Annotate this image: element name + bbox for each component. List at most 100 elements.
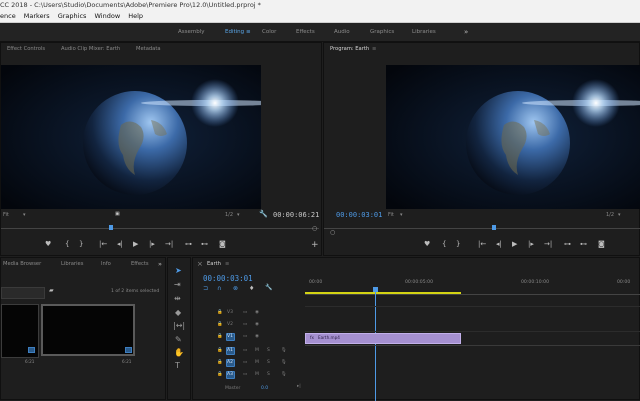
source-scrub-bar[interactable]: [1, 228, 319, 229]
track-mute-button[interactable]: M: [255, 358, 259, 368]
track-lock-icon[interactable]: 🔒: [217, 358, 223, 368]
project-tabs-overflow-icon[interactable]: »: [158, 258, 162, 271]
source-mark-out-icon[interactable]: }: [79, 240, 83, 248]
program-playhead-timecode[interactable]: 00:00:03:01: [336, 211, 382, 219]
track-eye-icon[interactable]: ◉: [255, 308, 259, 318]
source-step-back-icon[interactable]: ◂|: [117, 240, 123, 248]
program-playhead[interactable]: [492, 225, 496, 230]
source-play-icon[interactable]: ▶: [133, 240, 138, 248]
track-sync-icon[interactable]: ▭: [243, 370, 247, 380]
tab-audio-clip-mixer[interactable]: Audio Clip Mixer: Earth: [61, 43, 120, 56]
menu-item-help[interactable]: Help: [128, 12, 143, 20]
source-overwrite-icon[interactable]: ⊷: [201, 240, 208, 248]
tab-info[interactable]: Info: [101, 258, 111, 271]
track-sync-icon[interactable]: ▭: [243, 308, 247, 318]
selection-tool-icon[interactable]: ➤: [175, 266, 182, 275]
program-scrub-bar[interactable]: [324, 228, 640, 229]
project-search-input[interactable]: [1, 287, 45, 299]
source-step-forward-icon[interactable]: |▸: [149, 240, 155, 248]
source-insert-icon[interactable]: ⊶: [185, 240, 192, 248]
track-solo-button[interactable]: S: [267, 358, 270, 368]
source-fit-chevron-icon[interactable]: ▾: [23, 212, 26, 218]
add-marker-icon[interactable]: ♦: [249, 285, 254, 292]
timeline-settings-wrench-icon[interactable]: 🔧: [265, 284, 272, 291]
workspace-editing[interactable]: Editing: [225, 23, 244, 41]
menu-item-graphics[interactable]: Graphics: [58, 12, 87, 20]
workspace-graphics[interactable]: Graphics: [370, 23, 394, 41]
source-resolution-select[interactable]: 1/2: [225, 212, 233, 218]
track-lock-icon[interactable]: 🔒: [217, 370, 223, 380]
project-clip-thumbnail-selected[interactable]: [41, 304, 135, 356]
program-step-back-icon[interactable]: ◂|: [496, 240, 502, 248]
workspace-audio[interactable]: Audio: [334, 23, 350, 41]
timeline-playhead-timecode[interactable]: 00:00:03:01: [203, 274, 253, 283]
program-go-to-in-icon[interactable]: |←: [478, 240, 486, 248]
tab-effect-controls[interactable]: Effect Controls: [7, 43, 45, 56]
workspace-effects[interactable]: Effects: [296, 23, 315, 41]
program-go-to-out-icon[interactable]: →|: [544, 240, 552, 248]
snap-magnet-icon[interactable]: ∩: [217, 285, 221, 292]
workspace-menu-icon[interactable]: ≡: [246, 23, 251, 41]
source-playhead[interactable]: [109, 225, 113, 230]
track-voiceover-mic-icon[interactable]: 🎙: [281, 370, 287, 380]
program-panel-menu-icon[interactable]: ≡: [372, 43, 376, 56]
sequence-tab[interactable]: Earth: [207, 258, 221, 271]
track-sync-icon[interactable]: ▭: [243, 346, 247, 356]
slip-icon[interactable]: |↔|: [173, 321, 185, 330]
track-solo-button[interactable]: S: [267, 346, 270, 356]
tab-metadata[interactable]: Metadata: [136, 43, 161, 56]
source-go-to-out-icon[interactable]: →|: [165, 240, 173, 248]
workspace-assembly[interactable]: Assembly: [178, 23, 205, 41]
track-solo-button[interactable]: S: [267, 370, 270, 380]
program-mark-in-icon[interactable]: {: [442, 240, 446, 248]
source-add-marker-icon[interactable]: ♥: [45, 240, 51, 248]
track-sync-icon[interactable]: ▭: [243, 358, 247, 368]
track-sync-icon[interactable]: ▭: [243, 320, 247, 330]
program-add-marker-icon[interactable]: ♥: [424, 240, 430, 248]
track-eye-icon[interactable]: ◉: [255, 320, 259, 330]
work-area-bar[interactable]: [305, 292, 461, 294]
program-extract-icon[interactable]: ⊷: [580, 240, 587, 248]
track-eye-icon[interactable]: ◉: [255, 332, 259, 342]
timeline-close-icon[interactable]: ×: [197, 258, 203, 271]
track-select-icon[interactable]: ⇥: [174, 280, 181, 289]
track-voiceover-mic-icon[interactable]: 🎙: [281, 346, 287, 356]
program-panel-title[interactable]: Program: Earth: [330, 43, 369, 56]
razor-icon[interactable]: ◆: [175, 308, 181, 317]
master-volume-value[interactable]: 0.0: [261, 384, 268, 394]
source-go-to-in-icon[interactable]: |←: [99, 240, 107, 248]
source-fit-select[interactable]: Fit: [3, 212, 9, 218]
sequence-menu-icon[interactable]: ≡: [225, 258, 229, 271]
workspace-libraries[interactable]: Libraries: [412, 23, 436, 41]
master-go-to-end-icon[interactable]: ▸|: [297, 382, 301, 392]
track-lock-icon[interactable]: 🔒: [217, 308, 223, 318]
program-start-marker-icon[interactable]: ○: [330, 229, 335, 236]
program-resolution-chevron-icon[interactable]: ▾: [618, 212, 621, 218]
program-mark-out-icon[interactable]: }: [456, 240, 460, 248]
track-lock-icon[interactable]: 🔒: [217, 346, 223, 356]
source-export-frame-camera-icon[interactable]: ◙: [219, 240, 226, 248]
menu-item-sequence[interactable]: ence: [0, 12, 16, 20]
program-step-forward-icon[interactable]: |▸: [528, 240, 534, 248]
source-zoom-icon[interactable]: ▣: [115, 211, 120, 217]
tab-effects[interactable]: Effects: [131, 258, 149, 271]
track-lock-icon[interactable]: 🔒: [217, 320, 223, 330]
new-bin-folder-icon[interactable]: ▰: [49, 287, 54, 294]
program-fit-chevron-icon[interactable]: ▾: [400, 212, 403, 218]
tab-media-browser[interactable]: Media Browser: [3, 258, 41, 271]
program-fit-select[interactable]: Fit: [388, 212, 394, 218]
tab-libraries[interactable]: Libraries: [61, 258, 83, 271]
source-end-marker-icon[interactable]: ○: [312, 225, 317, 232]
hand-icon[interactable]: ✋: [174, 348, 184, 357]
program-export-frame-camera-icon[interactable]: ◙: [598, 240, 605, 248]
program-play-icon[interactable]: ▶: [512, 240, 517, 248]
menu-item-markers[interactable]: Markers: [24, 12, 50, 20]
track-lock-icon[interactable]: 🔒: [217, 332, 223, 342]
linked-selection-icon[interactable]: ⊗: [233, 285, 238, 292]
workspace-color[interactable]: Color: [262, 23, 276, 41]
program-resolution-select[interactable]: 1/2: [606, 212, 614, 218]
track-voiceover-mic-icon[interactable]: 🎙: [281, 358, 287, 368]
source-mark-in-icon[interactable]: {: [65, 240, 69, 248]
pen-icon[interactable]: ✎: [175, 335, 182, 344]
source-settings-wrench-icon[interactable]: 🔧: [259, 210, 268, 218]
